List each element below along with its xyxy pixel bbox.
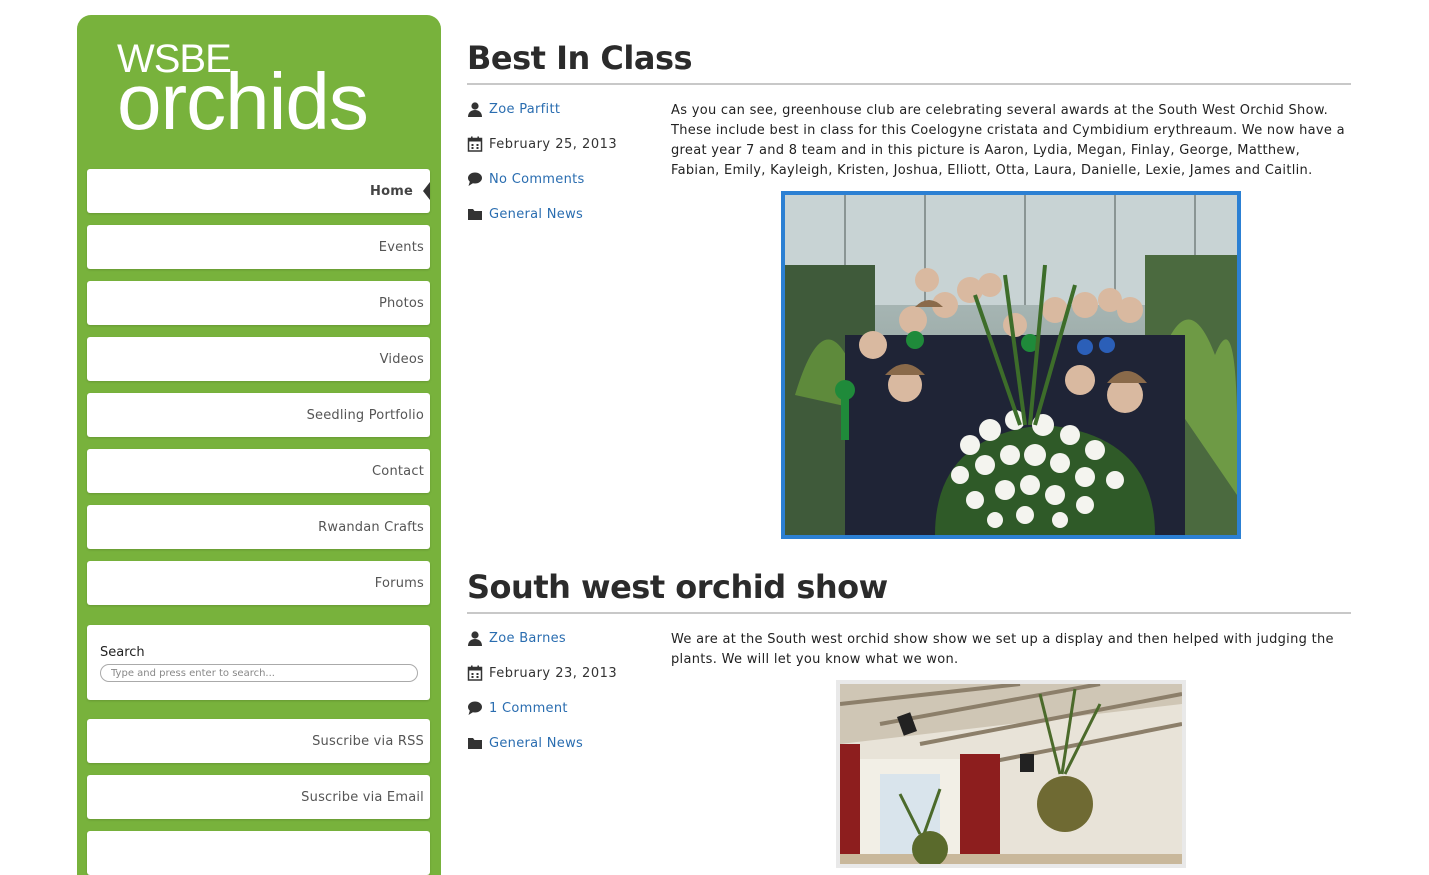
folder-icon [468, 209, 482, 220]
post-comments-link[interactable]: 1 Comment [489, 701, 568, 716]
nav-item-rwandan-crafts[interactable]: Rwandan Crafts [87, 505, 430, 549]
sidebar: WSBE orchids Home Events Photos Videos S… [77, 15, 441, 875]
nav-item-label: Seedling Portfolio [306, 408, 424, 423]
nav-item-photos[interactable]: Photos [87, 281, 430, 325]
post-author-row: Zoe Barnes [467, 630, 566, 646]
subscribe-email-link[interactable]: Suscribe via Email [87, 775, 430, 819]
speech-bubble-icon [468, 172, 482, 186]
search-input[interactable] [100, 664, 418, 682]
post-date: February 23, 2013 [489, 665, 618, 681]
nav-item-label: Forums [374, 576, 424, 591]
nav-item-videos[interactable]: Videos [87, 337, 430, 381]
orchid-show-photo-image [840, 684, 1182, 864]
nav-item-contact[interactable]: Contact [87, 449, 430, 493]
nav-item-label: Contact [372, 464, 424, 479]
nav-item-label: Photos [378, 296, 424, 311]
greenhouse-photo-image [785, 195, 1237, 535]
nav-item-events[interactable]: Events [87, 225, 430, 269]
subscribe-rss-label: Suscribe via RSS [312, 734, 424, 749]
post-title[interactable]: Best In Class [467, 39, 693, 77]
post-comments-link[interactable]: No Comments [489, 172, 585, 187]
post-author-row: Zoe Parfitt [467, 101, 560, 117]
subscribe-rss-link[interactable]: Suscribe via RSS [87, 719, 430, 763]
post-author-link[interactable]: Zoe Barnes [489, 631, 566, 646]
post-body: We are at the South west orchid show sho… [671, 632, 1334, 667]
search-widget: Search [87, 625, 430, 700]
calendar-icon [467, 136, 483, 152]
nav-item-label: Videos [379, 352, 424, 367]
nav-item-seedling-portfolio[interactable]: Seedling Portfolio [87, 393, 430, 437]
sidebar-widget-partial [87, 831, 430, 875]
post-author-link[interactable]: Zoe Parfitt [489, 102, 560, 117]
post-category-link[interactable]: General News [489, 736, 583, 751]
post-title[interactable]: South west orchid show [467, 568, 888, 606]
folder-icon [468, 738, 482, 749]
post-comments-row: 1 Comment [467, 700, 568, 716]
post-body: As you can see, greenhouse club are cele… [671, 103, 1345, 178]
nav-item-label: Events [378, 240, 424, 255]
user-icon [468, 102, 482, 117]
post-photo-greenhouse-club[interactable] [781, 191, 1241, 539]
nav-item-forums[interactable]: Forums [87, 561, 430, 605]
nav-item-home[interactable]: Home [87, 169, 430, 213]
post-date-row: February 23, 2013 [467, 665, 617, 681]
nav-item-label: Rwandan Crafts [318, 520, 424, 535]
post-comments-row: No Comments [467, 171, 585, 187]
title-divider [467, 83, 1351, 85]
post-category-row: General News [467, 206, 583, 222]
post-date-row: February 25, 2013 [467, 136, 617, 152]
post-category-link[interactable]: General News [489, 207, 583, 222]
search-label: Search [100, 645, 145, 660]
subscribe-email-label: Suscribe via Email [301, 790, 424, 805]
post-date: February 25, 2013 [489, 136, 618, 152]
post-photo-orchid-show[interactable] [836, 680, 1186, 868]
logo-main-text: orchids [117, 57, 369, 146]
user-icon [468, 631, 482, 646]
calendar-icon [467, 665, 483, 681]
nav-item-label: Home [370, 184, 413, 199]
title-divider [467, 612, 1351, 614]
active-pointer-icon [423, 182, 430, 200]
post-category-row: General News [467, 735, 583, 751]
speech-bubble-icon [468, 701, 482, 715]
